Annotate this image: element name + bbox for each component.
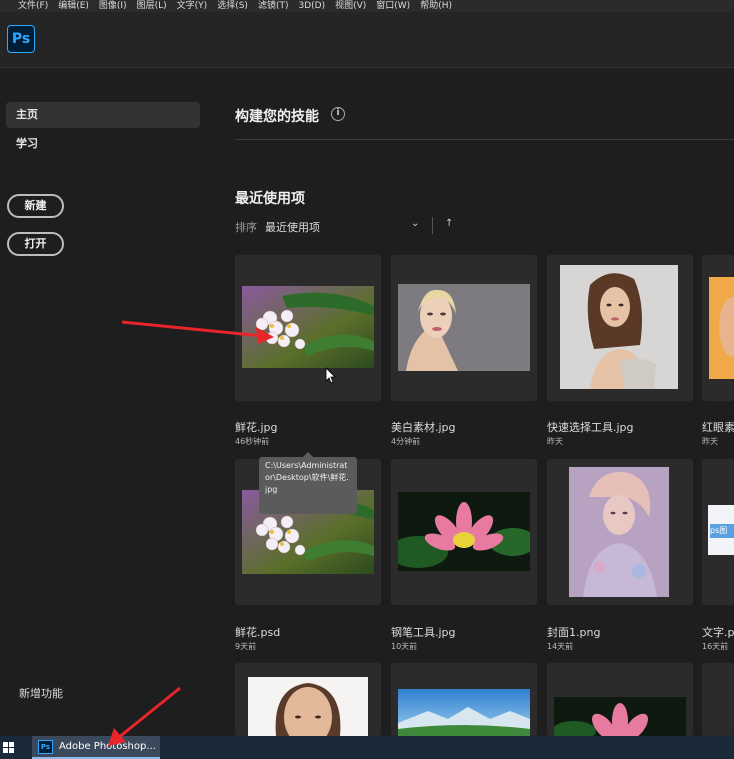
whats-new-link[interactable]: 新增功能 (19, 685, 63, 701)
new-button[interactable]: 新建 (7, 194, 64, 218)
recent-file-card[interactable] (547, 459, 693, 605)
recent-heading: 最近使用项 (235, 191, 305, 207)
info-icon[interactable]: i (331, 107, 345, 121)
portrait-thumbnail (398, 284, 530, 371)
recent-file-card[interactable] (391, 255, 537, 401)
woman-thumbnail (560, 265, 678, 389)
recent-file-card[interactable] (235, 255, 381, 401)
partial-thumbnail-label: ps图 (710, 524, 734, 538)
file-time: 4分钟前 (391, 437, 421, 446)
sidebar-item-learn[interactable]: 学习 (6, 131, 200, 157)
face-thumbnail (248, 677, 368, 736)
recent-file-card[interactable] (547, 663, 693, 736)
sidebar-item-home[interactable]: 主页 (6, 102, 200, 128)
file-name[interactable]: 红眼素 (702, 419, 734, 435)
sort-direction-icon[interactable]: ↑ (445, 218, 453, 229)
lotus-2-thumbnail (554, 697, 686, 736)
sort-separator (432, 217, 433, 234)
landscape-thumbnail (398, 689, 530, 736)
partial-thumbnail (709, 277, 734, 379)
file-time: 昨天 (702, 437, 718, 446)
menu-select[interactable]: 选择(S) (217, 0, 248, 12)
file-time: 46秒钟前 (235, 437, 270, 446)
file-name[interactable]: 美白素材.jpg (391, 419, 456, 435)
file-path-tooltip: C:\Users\Administrator\Desktop\软件\鲜花.jpg (259, 452, 357, 514)
recent-file-card[interactable] (235, 663, 381, 736)
recent-file-card[interactable] (702, 255, 734, 401)
menu-view[interactable]: 视图(V) (335, 0, 366, 12)
menu-file[interactable]: 文件(F) (18, 0, 48, 12)
photoshop-logo-icon: Ps (7, 25, 35, 53)
menu-window[interactable]: 窗口(W) (376, 0, 410, 12)
file-name[interactable]: 鲜花.psd (235, 624, 280, 640)
cover-thumbnail (569, 467, 669, 597)
menu-edit[interactable]: 编辑(E) (58, 0, 89, 12)
file-time: 16天前 (702, 642, 729, 651)
partial-thumbnail: ps图 (708, 505, 734, 555)
file-name[interactable]: 封面1.png (547, 624, 600, 640)
app-header: Ps (0, 12, 734, 68)
recent-file-card[interactable] (547, 255, 693, 401)
recent-file-card[interactable] (391, 459, 537, 605)
chevron-down-icon[interactable]: ⌄ (411, 218, 419, 229)
file-name[interactable]: 鲜花.jpg (235, 419, 278, 435)
flower-thumbnail (242, 286, 374, 368)
menu-3d[interactable]: 3D(D) (298, 0, 325, 12)
file-time: 10天前 (391, 642, 418, 651)
menu-help[interactable]: 帮助(H) (420, 0, 452, 12)
sort-select[interactable]: 最近使用项 (265, 219, 320, 235)
menu-filter[interactable]: 滤镜(T) (258, 0, 289, 12)
file-time: 14天前 (547, 642, 574, 651)
file-time: 昨天 (547, 437, 563, 446)
taskbar-app-label: Adobe Photoshop... (59, 741, 156, 752)
divider (235, 139, 734, 140)
skills-heading: 构建您的技能 (235, 109, 319, 125)
recent-file-card[interactable] (702, 663, 734, 736)
recent-file-card[interactable]: ps图 (702, 459, 734, 605)
taskbar-photoshop-button[interactable]: Ps Adobe Photoshop... (32, 736, 160, 759)
sort-label: 排序 (235, 221, 257, 234)
menu-bar: 文件(F) 编辑(E) 图像(I) 图层(L) 文字(Y) 选择(S) 滤镜(T… (0, 0, 734, 12)
menu-image[interactable]: 图像(I) (99, 0, 127, 12)
file-name[interactable]: 快速选择工具.jpg (547, 419, 634, 435)
sidebar: 主页 学习 新建 打开 (0, 68, 212, 736)
windows-taskbar: Ps Adobe Photoshop... (0, 736, 734, 759)
file-name[interactable]: 文字.p (702, 624, 734, 640)
windows-start-icon[interactable] (3, 742, 15, 754)
file-name[interactable]: 钢笔工具.jpg (391, 624, 456, 640)
lotus-thumbnail (398, 492, 530, 571)
file-time: 9天前 (235, 642, 257, 651)
recent-file-card[interactable] (391, 663, 537, 736)
menu-type[interactable]: 文字(Y) (177, 0, 208, 12)
menu-layer[interactable]: 图层(L) (137, 0, 167, 12)
photoshop-taskbar-icon: Ps (38, 740, 53, 754)
open-button[interactable]: 打开 (7, 232, 64, 256)
